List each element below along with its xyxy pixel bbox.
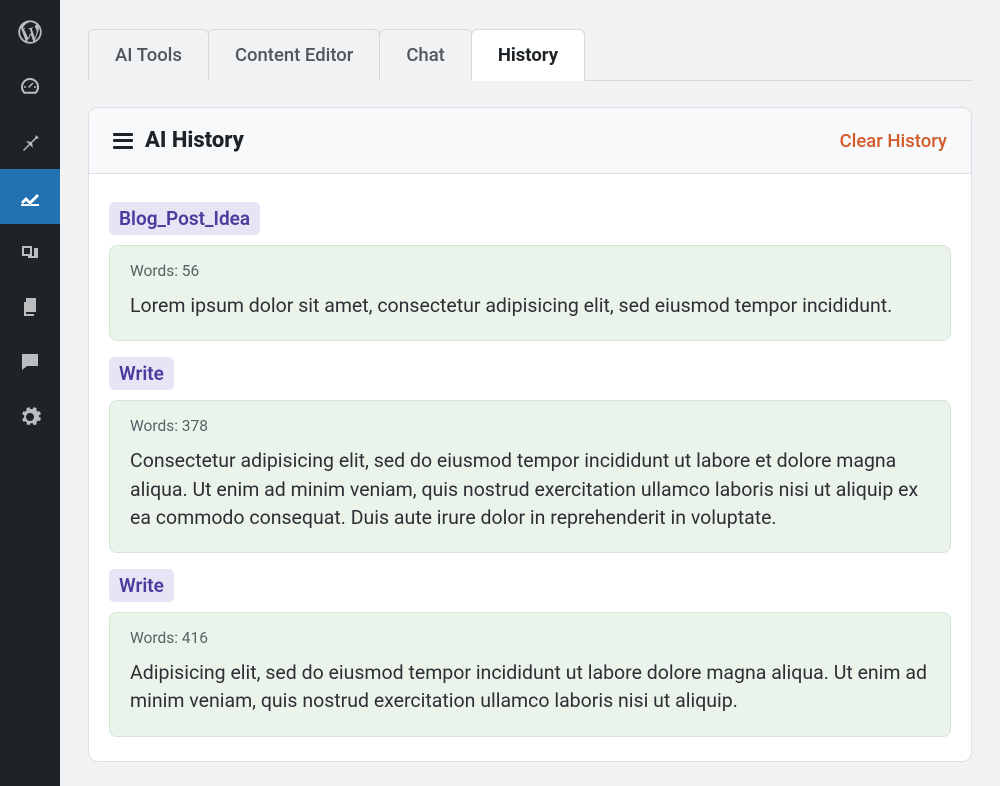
history-content: Consectetur adipisicing elit, sed do eiu… [130, 447, 930, 532]
sidebar-item-pin[interactable] [0, 114, 60, 169]
history-item: Write Words: 378 Consectetur adipisicing… [109, 357, 951, 553]
history-card: Words: 56 Lorem ipsum dolor sit amet, co… [109, 245, 951, 341]
history-card: Words: 416 Adipisicing elit, sed do eius… [109, 612, 951, 737]
hamburger-icon[interactable] [113, 133, 133, 149]
clear-history-link[interactable]: Clear History [840, 130, 947, 152]
pages-icon [18, 295, 42, 319]
media-icon [18, 240, 42, 264]
panel-header: AI History Clear History [89, 108, 971, 174]
tab-chat[interactable]: Chat [379, 29, 472, 81]
sidebar-item-wordpress[interactable] [0, 4, 60, 59]
panel-title: AI History [145, 128, 244, 153]
sidebar-item-comments[interactable] [0, 334, 60, 389]
panel-body: Blog_Post_Idea Words: 56 Lorem ipsum dol… [89, 174, 971, 761]
sidebar-item-settings[interactable] [0, 389, 60, 444]
sidebar-item-pages[interactable] [0, 279, 60, 334]
history-item: Blog_Post_Idea Words: 56 Lorem ipsum dol… [109, 202, 951, 341]
main-content: AI Tools Content Editor Chat History AI … [60, 0, 1000, 786]
dashboard-icon [18, 75, 42, 99]
comment-icon [18, 350, 42, 374]
history-tag-write[interactable]: Write [109, 569, 174, 602]
panel-title-group: AI History [113, 128, 244, 153]
history-tag-write[interactable]: Write [109, 357, 174, 390]
sidebar-item-media[interactable] [0, 224, 60, 279]
history-panel: AI History Clear History Blog_Post_Idea … [88, 107, 972, 762]
tabs: AI Tools Content Editor Chat History [88, 28, 972, 81]
tab-ai-tools[interactable]: AI Tools [88, 29, 209, 81]
pin-icon [18, 130, 42, 154]
history-card: Words: 378 Consectetur adipisicing elit,… [109, 400, 951, 553]
analytics-icon [18, 185, 42, 209]
tab-history[interactable]: History [471, 29, 585, 81]
tab-content-editor[interactable]: Content Editor [208, 29, 380, 81]
history-content: Adipisicing elit, sed do eiusmod tempor … [130, 659, 930, 716]
admin-sidebar [0, 0, 60, 786]
words-count: Words: 416 [130, 629, 930, 647]
words-count: Words: 56 [130, 262, 930, 280]
history-tag-blog-post-idea[interactable]: Blog_Post_Idea [109, 202, 260, 235]
sidebar-item-analytics[interactable] [0, 169, 60, 224]
gear-icon [18, 405, 42, 429]
history-content: Lorem ipsum dolor sit amet, consectetur … [130, 292, 930, 320]
wordpress-icon [16, 18, 44, 46]
words-count: Words: 378 [130, 417, 930, 435]
history-item: Write Words: 416 Adipisicing elit, sed d… [109, 569, 951, 737]
sidebar-item-dashboard[interactable] [0, 59, 60, 114]
